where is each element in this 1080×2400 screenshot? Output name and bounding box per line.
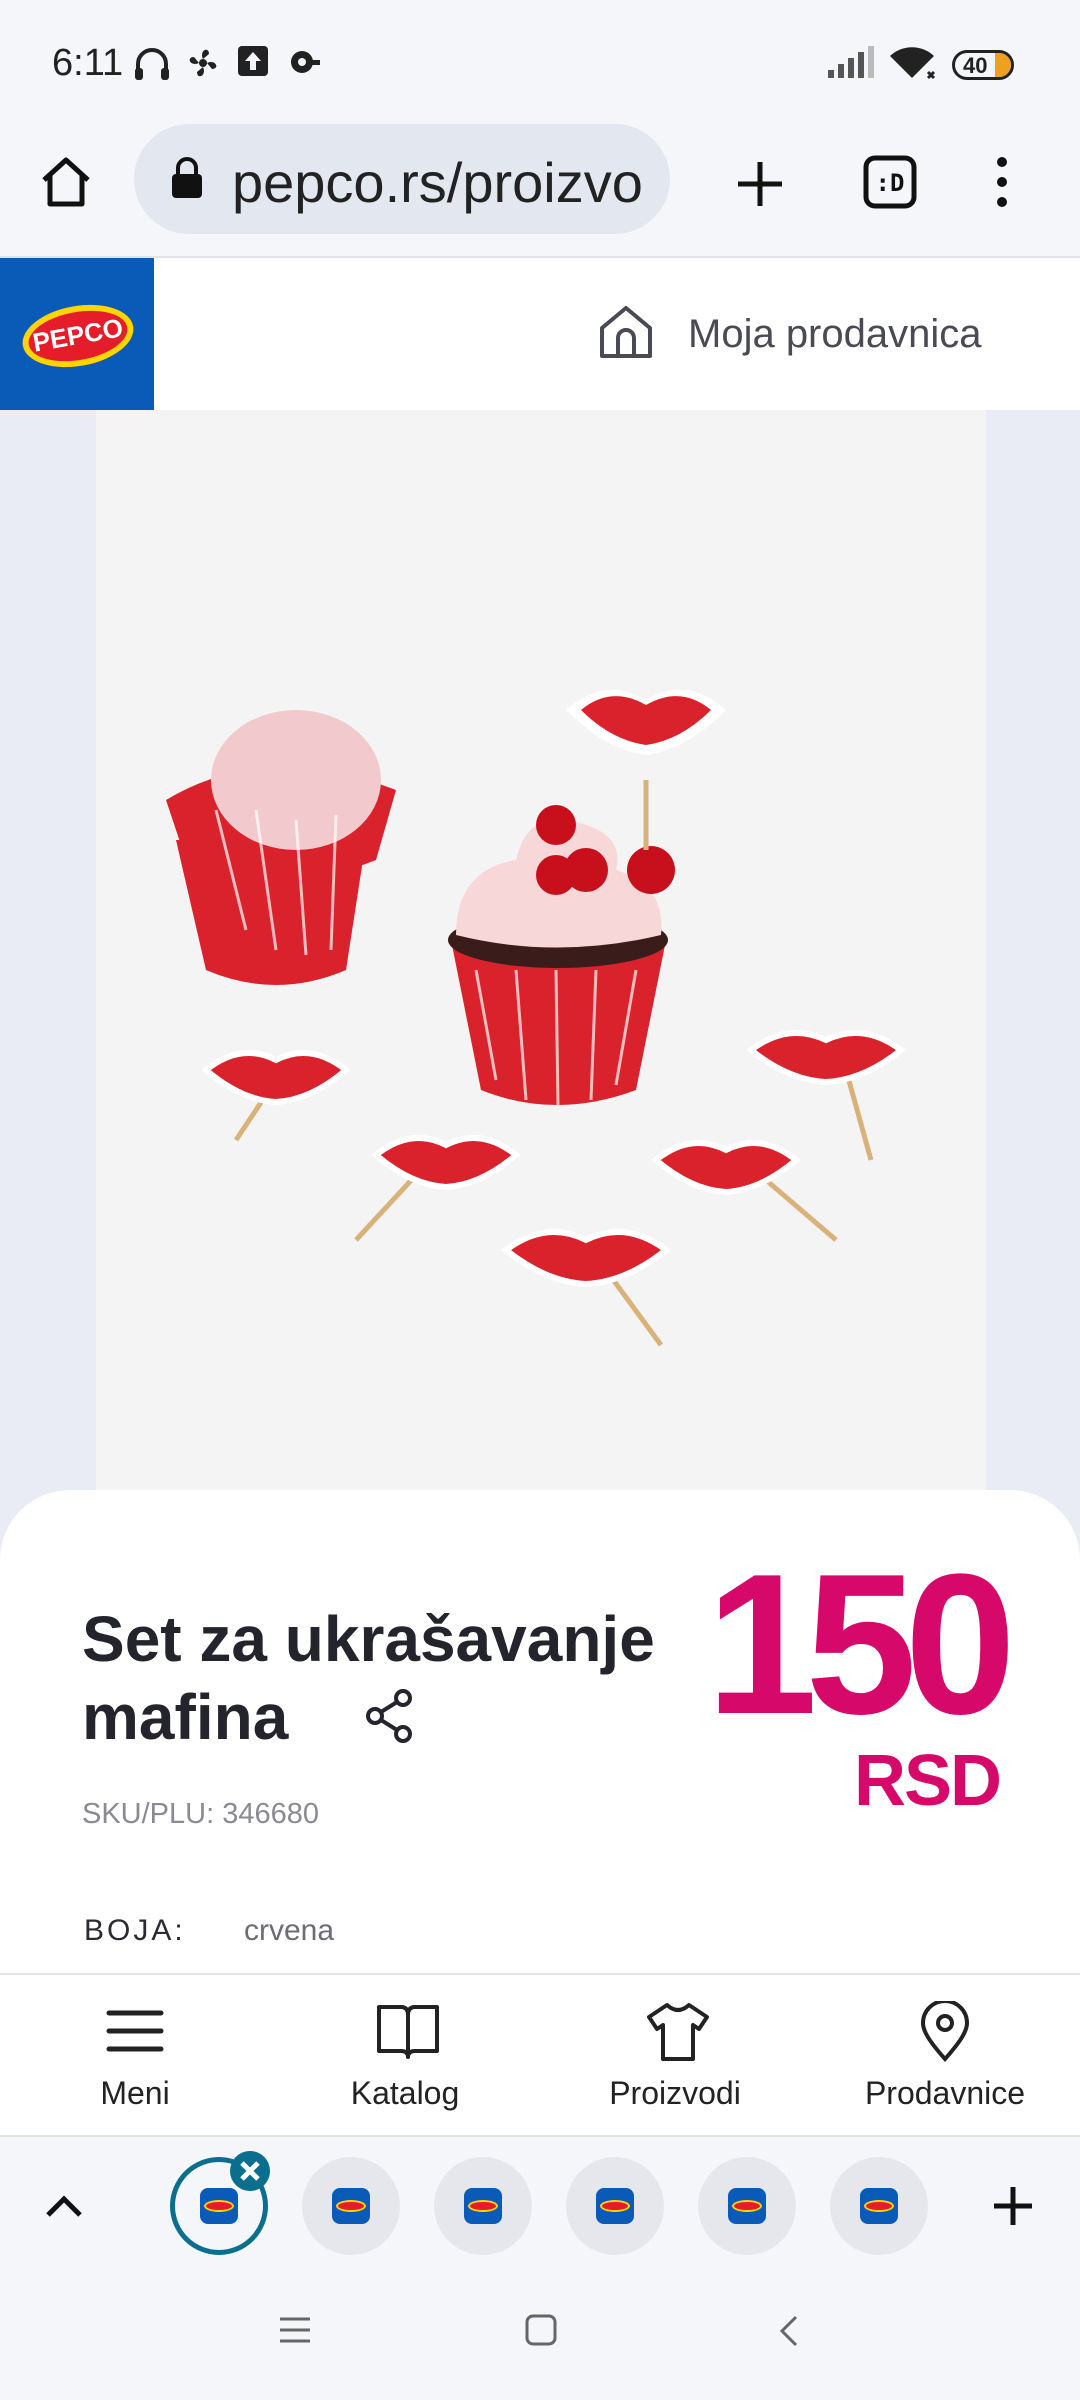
nav-menu-label: Meni	[100, 2075, 170, 2111]
nav-catalog[interactable]: Katalog	[270, 1975, 540, 2137]
store-icon[interactable]	[596, 302, 656, 362]
location-pin-icon	[920, 2001, 970, 2063]
signal-icon	[828, 46, 874, 78]
tab-thumbnail[interactable]	[434, 2157, 532, 2255]
status-bar: 6:11 40	[0, 0, 1080, 124]
tab-thumbnail[interactable]	[830, 2157, 928, 2255]
new-tab-icon[interactable]	[732, 156, 788, 212]
fan-icon	[189, 49, 217, 77]
color-label: BOJA:	[84, 1914, 186, 1947]
recents-icon[interactable]	[278, 2315, 312, 2345]
share-icon[interactable]	[365, 1688, 415, 1744]
nav-products[interactable]: Proizvodi	[540, 1975, 810, 2137]
nav-stores[interactable]: Prodavnice	[810, 1975, 1080, 2137]
browser-toolbar: pepco.rs/proizvo :D	[0, 124, 1080, 258]
tab-thumbnail[interactable]	[302, 2157, 400, 2255]
site-header: PEPCO Moja prodavnica	[0, 258, 1080, 412]
battery-level: 40	[963, 53, 988, 78]
product-info-card: Set za ukrašavanje mafina SKU/PLU: 34668…	[0, 1490, 1080, 1975]
more-vert-icon[interactable]	[990, 152, 1014, 212]
wifi-icon	[890, 47, 936, 80]
lock-icon[interactable]	[170, 156, 204, 200]
cupcake-illustration	[448, 689, 726, 1106]
product-currency: RSD	[853, 1741, 1002, 1821]
system-navigation-bar	[0, 2273, 1080, 2400]
menu-icon	[106, 2010, 164, 2052]
tab-switcher-icon[interactable]: :D	[862, 154, 918, 210]
address-bar[interactable]: pepco.rs/proizvo	[134, 124, 670, 234]
nav-stores-label: Prodavnice	[864, 2075, 1026, 2111]
product-sku: SKU/PLU: 346680	[82, 1798, 319, 1830]
product-title-line2: mafina	[82, 1681, 289, 1753]
browser-tab-strip	[0, 2135, 1080, 2275]
close-tab-icon[interactable]	[228, 2149, 272, 2193]
site-bottom-nav: Meni Katalog Proizvodi Prodavnice	[0, 1973, 1080, 2137]
nav-products-label: Proizvodi	[609, 2075, 741, 2111]
cupcake-liners-illustration	[166, 710, 396, 985]
back-icon[interactable]	[776, 2313, 802, 2349]
home-button-icon[interactable]	[524, 2313, 558, 2347]
color-value[interactable]: crvena	[244, 1914, 334, 1948]
tab-thumbnail[interactable]	[566, 2157, 664, 2255]
nav-catalog-label: Katalog	[350, 2075, 460, 2111]
upload-icon	[238, 46, 268, 76]
shirt-icon	[647, 2003, 709, 2061]
vpn-key-icon	[291, 51, 320, 73]
product-title: Set za ukrašavanje mafina	[82, 1600, 702, 1756]
book-icon	[377, 2005, 439, 2059]
nav-menu[interactable]: Meni	[0, 1975, 270, 2137]
product-title-line1: Set za ukrašavanje	[82, 1603, 655, 1675]
pepco-logo[interactable]: PEPCO	[0, 258, 154, 410]
svg-text::D: :D	[876, 169, 905, 197]
product-image[interactable]	[96, 410, 986, 1530]
add-tab-icon[interactable]	[990, 2183, 1036, 2229]
home-icon[interactable]	[36, 152, 96, 212]
headphones-icon	[135, 48, 169, 80]
status-time: 6:11	[52, 42, 124, 84]
url-text[interactable]: pepco.rs/proizvo	[232, 150, 643, 215]
battery-icon: 40	[952, 50, 1014, 80]
product-price: 150	[706, 1533, 1016, 1756]
my-store-link[interactable]: Moja prodavnica	[688, 312, 982, 357]
tab-thumbnail[interactable]	[698, 2157, 796, 2255]
chevron-up-icon[interactable]	[42, 2187, 86, 2223]
